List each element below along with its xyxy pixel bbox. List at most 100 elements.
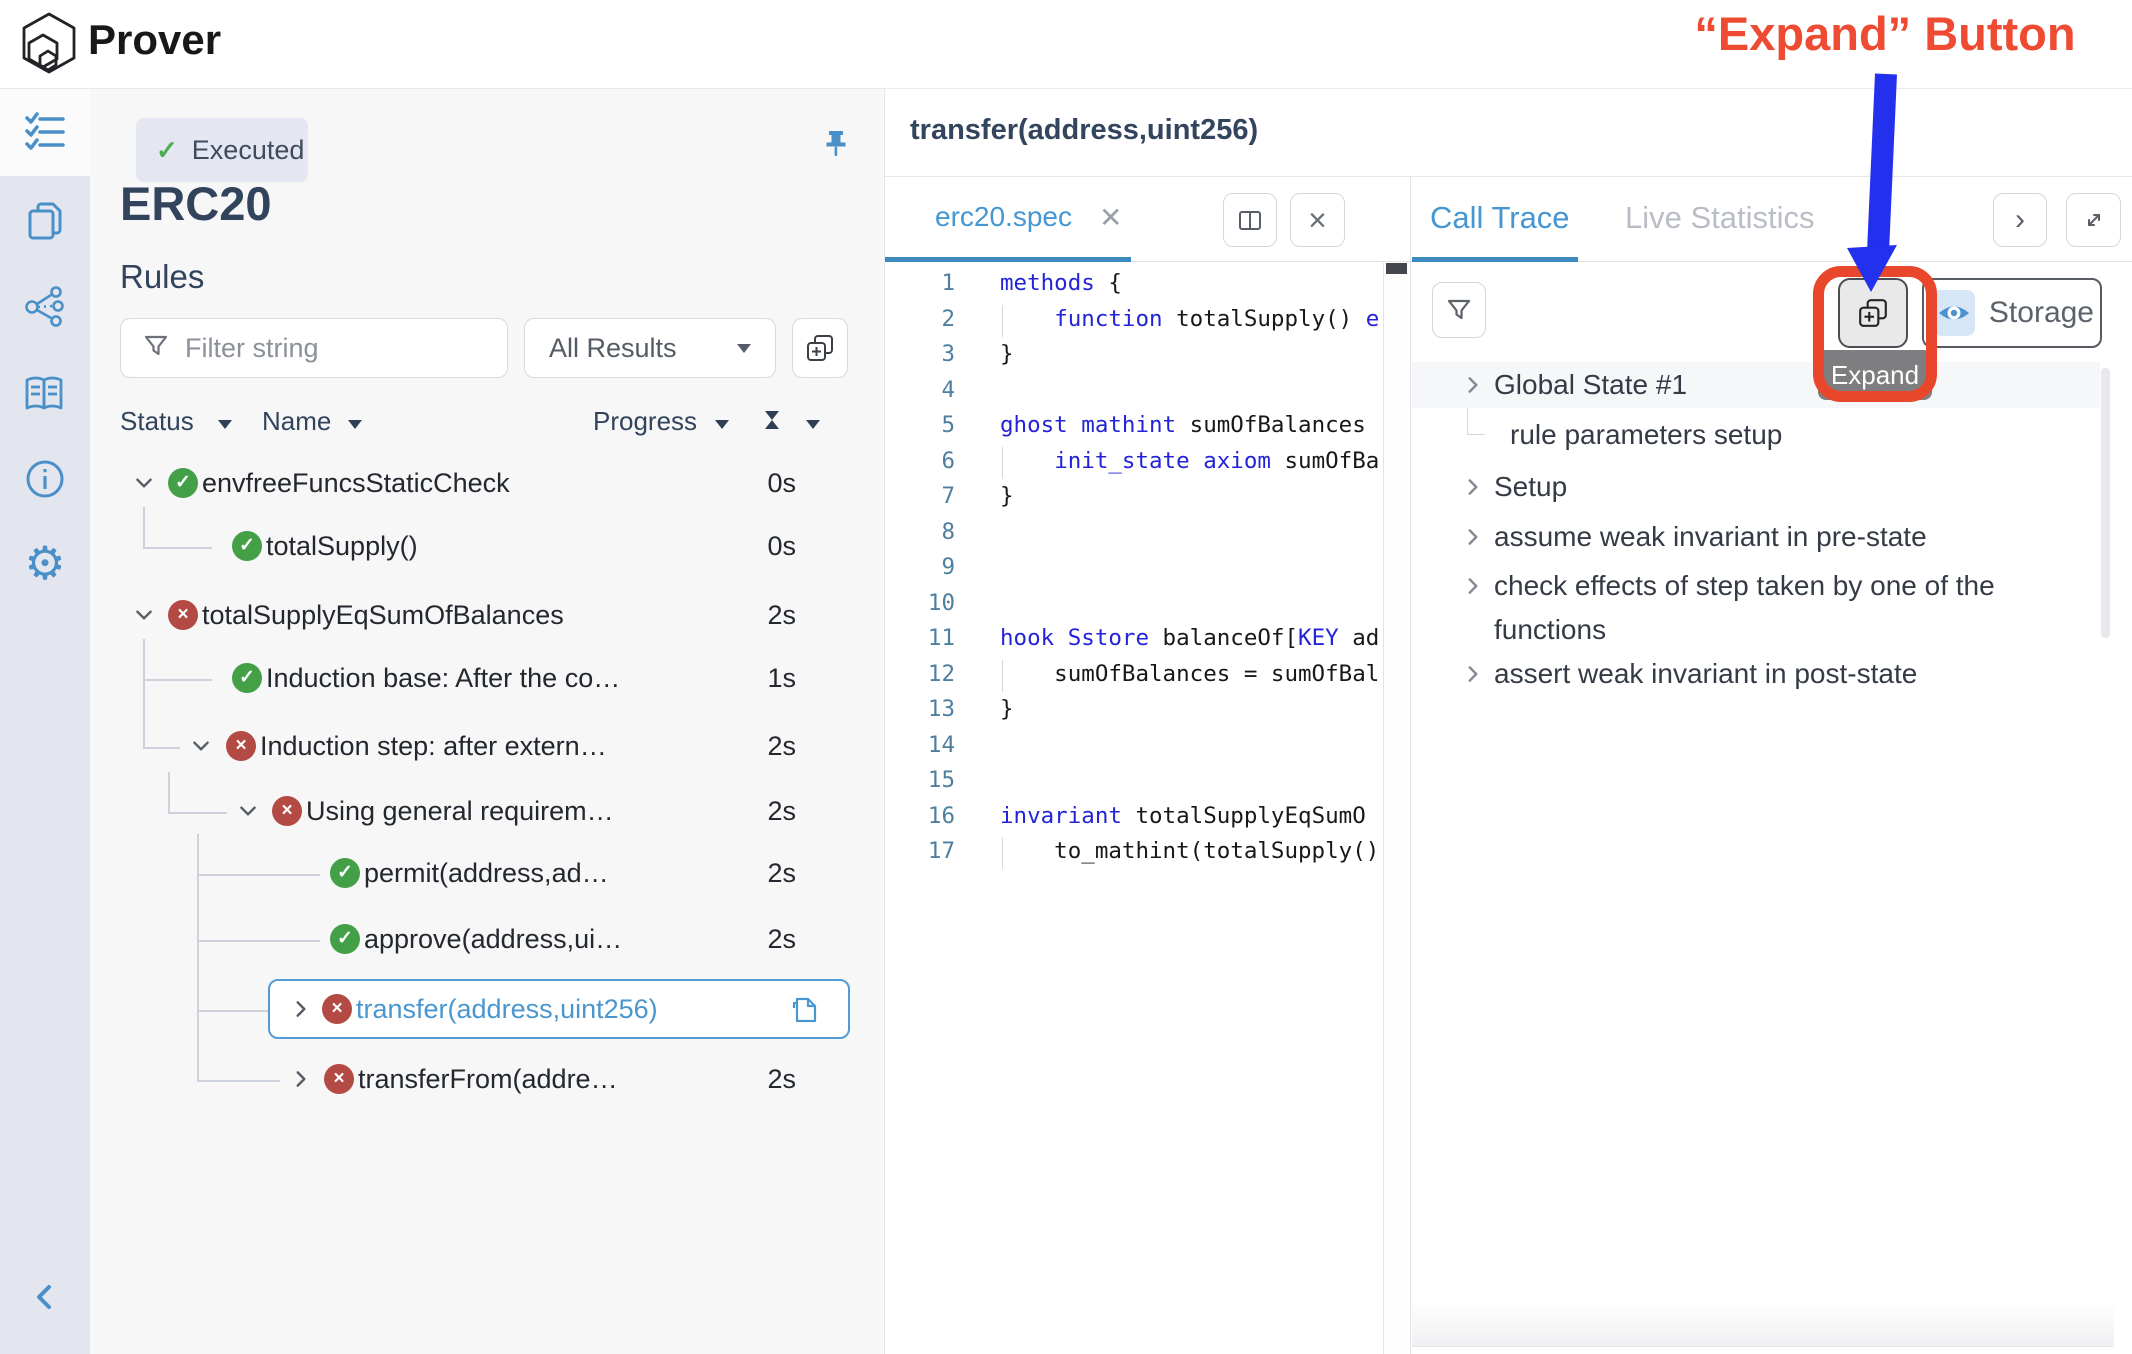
code-line[interactable]: 10 [885,586,1383,622]
code-line[interactable]: 6 init_state axiom sumOfBa [885,444,1383,480]
chevron-down-icon[interactable] [133,604,155,631]
filter-input[interactable] [183,332,487,365]
chevron-right-icon[interactable] [290,1068,312,1095]
chevron-right-icon[interactable] [1462,526,1484,553]
rule-label[interactable]: transfer(address,uint256) [356,994,658,1025]
next-counterexample-button[interactable]: › [1993,193,2047,247]
rule-row[interactable]: ×Induction step: after extern…2s [90,719,885,775]
status-fail-icon: × [322,994,352,1024]
trace-item-label[interactable]: Setup [1494,470,1567,504]
tree-connector [1467,434,1485,435]
checklist-icon[interactable] [23,110,67,159]
chevron-down-icon[interactable] [133,472,155,499]
tab-call-trace[interactable]: Call Trace [1430,200,1570,236]
rule-duration: 2s [767,1064,796,1095]
rule-label[interactable]: transferFrom(addre… [358,1064,618,1095]
column-header-progress[interactable]: Progress [593,406,697,437]
chevron-right-icon[interactable] [1462,476,1484,503]
rule-label[interactable]: totalSupplyEqSumOfBalances [202,600,564,631]
rule-row[interactable]: ×transfer(address,uint256) [90,982,885,1038]
code-line[interactable]: 8 [885,515,1383,551]
column-header-name[interactable]: Name [262,406,331,437]
code-line[interactable]: 4 [885,373,1383,409]
chevron-right-icon[interactable] [1462,663,1484,690]
editor-scrollbar[interactable] [1383,263,1408,1354]
code-editor[interactable]: 1methods {2 function totalSupply() e3}45… [885,266,1383,1354]
rule-row[interactable]: ×transferFrom(addre…2s [90,1052,885,1108]
share-icon[interactable] [23,285,67,334]
rule-label[interactable]: Induction step: after extern… [260,731,607,762]
code-line[interactable]: 3} [885,337,1383,373]
code-line[interactable]: 12 sumOfBalances = sumOfBal [885,657,1383,693]
trace-item-label[interactable]: Global State #1 [1494,368,1687,402]
status-pass-icon: ✓ [232,531,262,561]
rule-label[interactable]: approve(address,ui… [364,924,622,955]
trace-item-label[interactable]: check effects of step taken by one of th… [1494,564,2114,652]
trace-item-label[interactable]: rule parameters setup [1510,418,1782,452]
book-icon[interactable] [23,371,67,420]
chevron-down-icon [348,416,362,434]
tree-connector [143,707,145,747]
copy-files-icon[interactable] [23,198,67,247]
results-dropdown[interactable]: All Results [524,318,776,378]
code-line[interactable]: 15 [885,763,1383,799]
chevron-down-icon [715,416,729,434]
tab-erc20-spec[interactable]: erc20.spec [935,201,1072,233]
info-icon[interactable] [23,457,67,506]
trace-filter-button[interactable] [1432,282,1486,338]
rule-row[interactable]: ✓approve(address,ui…2s [90,912,885,968]
editor-scrollbar-thumb[interactable] [1386,263,1407,274]
column-header-status[interactable]: Status [120,406,194,437]
rule-row[interactable]: ✓permit(address,ad…2s [90,846,885,902]
chevron-right-icon[interactable] [1462,374,1484,401]
split-view-button[interactable] [1223,193,1277,247]
settings-icon[interactable]: ⚙ [24,540,65,586]
rule-row[interactable]: ✓totalSupply()0s [90,519,885,575]
duplicate-view-button[interactable] [792,318,848,378]
rules-section-title: Rules [120,258,204,296]
status-fail-icon: × [226,731,256,761]
close-tab-icon[interactable]: ✕ [1099,201,1122,234]
pin-icon[interactable] [818,128,852,169]
code-line[interactable]: 1methods { [885,266,1383,302]
status-pass-icon: ✓ [232,663,262,693]
line-number: 15 [885,763,955,799]
code-line[interactable]: 14 [885,728,1383,764]
open-rule-page-icon[interactable] [790,994,818,1031]
chevron-right-icon[interactable] [290,998,312,1025]
rule-label[interactable]: totalSupply() [266,531,418,562]
rule-row[interactable]: ✓envfreeFuncsStaticCheck0s [90,456,885,512]
rule-label[interactable]: Induction base: After the co… [266,663,620,694]
code-line[interactable]: 17 to_mathint(totalSupply() [885,834,1383,870]
code-line[interactable]: 9 [885,550,1383,586]
rule-label[interactable]: Using general requirem… [306,796,614,827]
expand-all-button[interactable] [1838,278,1908,348]
fullscreen-button[interactable] [2066,193,2121,247]
code-line[interactable]: 7} [885,479,1383,515]
trace-item-label[interactable]: assert weak invariant in post-state [1494,657,1917,691]
rules-panel: ✓ Executed ERC20 Rules All Results [90,88,885,1354]
rule-label[interactable]: envfreeFuncsStaticCheck [202,468,510,499]
code-line[interactable]: 16invariant totalSupplyEqSumO [885,799,1383,835]
chevron-right-icon[interactable] [1462,575,1484,602]
storage-toggle-button[interactable]: Storage [1922,278,2102,348]
trace-item-label[interactable]: assume weak invariant in pre-state [1494,520,1927,554]
code-line[interactable]: 13} [885,692,1383,728]
collapse-sidebar-icon[interactable] [30,1281,60,1318]
rule-label[interactable]: permit(address,ad… [364,858,609,889]
tree-connector [168,772,170,812]
code-line[interactable]: 2 function totalSupply() e [885,302,1383,338]
close-panel-button[interactable]: × [1290,193,1345,247]
trace-bottom-fade [1412,1301,2114,1347]
code-line[interactable]: 11hook Sstore balanceOf[KEY ad [885,621,1383,657]
chevron-down-icon[interactable] [237,800,259,827]
rule-row[interactable]: ×totalSupplyEqSumOfBalances2s [90,588,885,644]
results-dropdown-value: All Results [549,333,677,364]
trace-scrollbar[interactable] [2101,368,2110,638]
chevron-down-icon[interactable] [190,735,212,762]
hourglass-icon[interactable] [764,410,780,435]
tab-live-statistics[interactable]: Live Statistics [1625,200,1815,236]
code-line[interactable]: 5ghost mathint sumOfBalances [885,408,1383,444]
rule-row[interactable]: ✓Induction base: After the co…1s [90,651,885,707]
rule-row[interactable]: ×Using general requirem…2s [90,784,885,840]
